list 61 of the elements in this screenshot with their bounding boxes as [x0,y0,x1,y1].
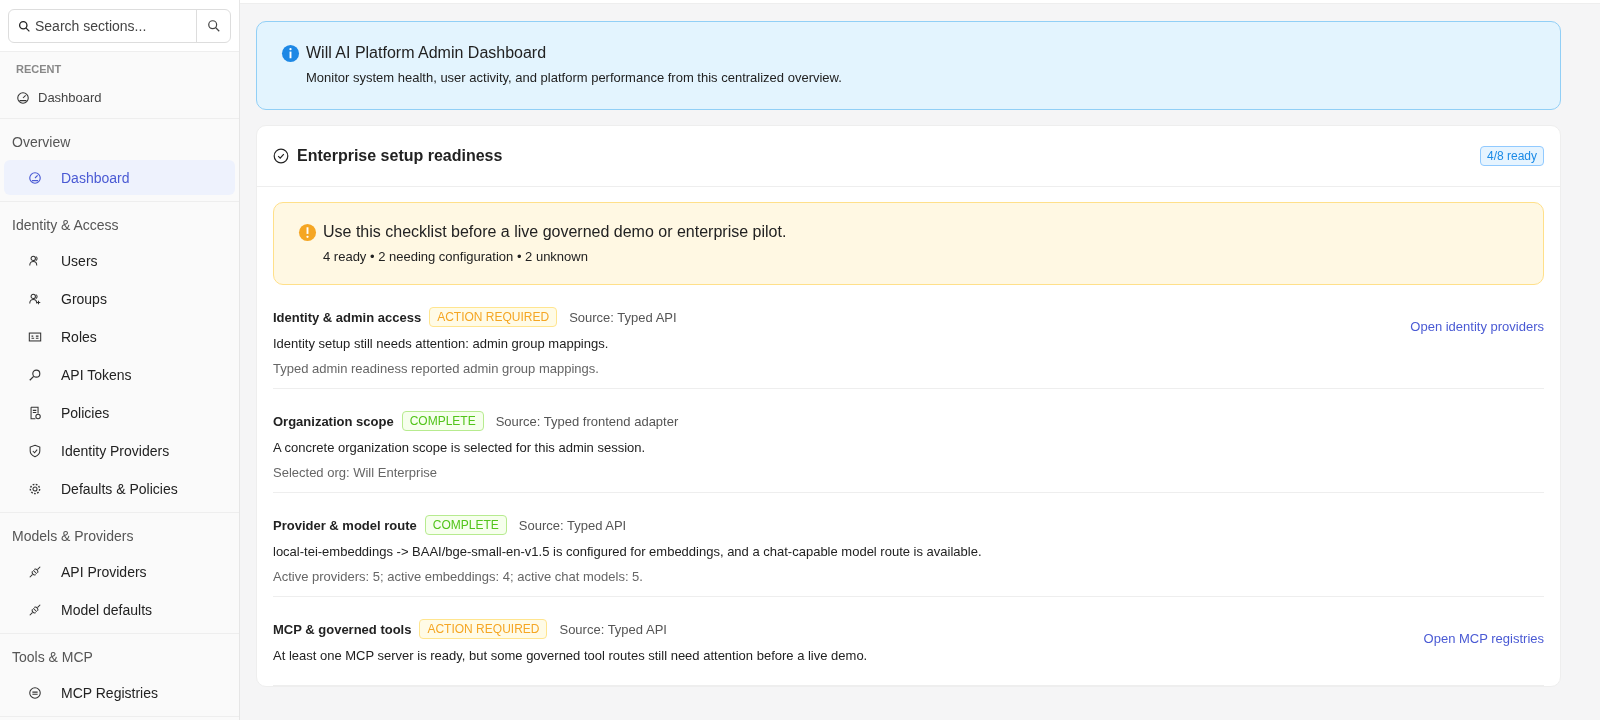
section-heading: RECENT [16,63,63,75]
server-icon [28,685,42,700]
recent-item[interactable]: Dashboard [16,90,223,109]
item-detail: Active providers: 5; active embeddings: 4; active chat models: 5. [273,569,644,584]
warning-icon [298,223,317,242]
nav-item[interactable]: MCP Registries [4,675,235,710]
section-heading: Models & Providers [11,527,135,546]
plug-icon [28,564,42,579]
open-link[interactable]: Open MCP registries [1423,631,1544,646]
user-plus-icon [28,291,42,306]
status-tag: ACTION REQUIRED [419,619,548,639]
banner-text: Monitor system health, user activity, and platform performance from this centralized overview. [306,70,842,85]
search-icon [206,19,221,33]
source-label: Source: Typed API [559,621,667,637]
info-icon [281,44,300,63]
check-circle-icon [273,148,289,164]
status-tag: ACTION REQUIRED [429,307,558,327]
item-detail: Typed admin readiness reported admin group mappings. [273,361,600,376]
nav-item[interactable]: Users [4,243,235,278]
nav-item[interactable]: Identity Providers [4,433,235,468]
item-description: Identity setup still needs attention: admin group mappings. [273,336,610,351]
nav-item[interactable]: Defaults & Policies [4,471,235,506]
gauge-icon [16,90,30,105]
ready-count: 4/8 ready [1479,146,1544,166]
item-title: Organization scope [273,413,394,429]
item-title: Provider & model route [273,517,417,533]
nav-item[interactable]: API Providers [4,554,235,589]
item-description: A concrete organization scope is selected for this admin session. [273,440,647,455]
search-bar[interactable]: Search sections... [8,9,231,43]
status-tag: COMPLETE [401,411,484,431]
status-tag: COMPLETE [424,515,507,535]
nav-item[interactable]: Dashboard [4,160,235,195]
key-icon [28,367,42,382]
nav-item[interactable]: Model defaults [4,592,235,627]
banner-title: Will AI Platform Admin Dashboard [306,44,548,62]
open-link[interactable]: Open identity providers [1410,319,1544,334]
gear-icon [28,481,42,496]
nav-item[interactable]: API Tokens [4,357,235,392]
plug-icon [28,602,42,617]
nav-item[interactable]: Groups [4,281,235,316]
section-heading: Identity & Access [11,216,120,235]
search-icon [18,19,31,33]
card-title: Enterprise setup readiness [297,147,504,165]
section-heading: Tools & MCP [11,648,94,667]
nav-item[interactable]: Policies [4,395,235,430]
item-description: local-tei-embeddings -> BAAI/bge-small-en-v1.5 is configured for embeddings, and a chat-capable model route is available. [273,544,982,559]
item-title: MCP & governed tools [273,621,412,637]
gauge-icon [28,170,42,185]
source-label: Source: Typed API [569,309,677,325]
shield-icon [28,443,42,458]
document-icon [28,405,42,420]
notice-text: 4 ready • 2 needing configuration • 2 unknown [323,249,589,264]
nav-item[interactable]: Roles [4,319,235,354]
source-label: Source: Typed frontend adapter [495,413,679,429]
id-card-icon [28,329,42,344]
item-detail: Selected org: Will Enterprise [273,465,438,480]
section-heading: Overview [11,133,72,152]
source-label: Source: Typed API [518,517,627,533]
item-title: Identity & admin access [273,309,422,325]
item-description: At least one MCP server is ready, but some governed tool routes still need attention before a live demo. [273,648,868,663]
notice-title: Use this checklist before a live governed demo or enterprise pilot. [323,223,787,241]
